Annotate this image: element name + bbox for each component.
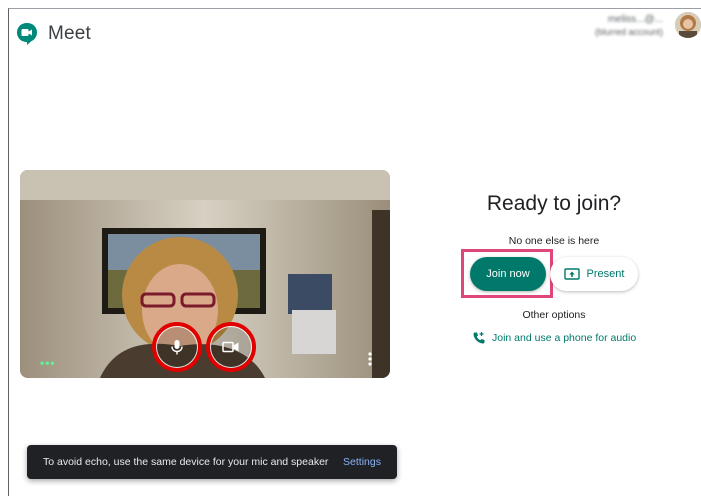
join-with-phone-link[interactable]: Join and use a phone for audio (472, 331, 636, 345)
video-preview (20, 170, 390, 378)
mic-toggle-button[interactable] (156, 326, 198, 368)
video-camera-icon (222, 341, 239, 353)
participants-status: No one else is here (508, 235, 600, 247)
audio-level-icon: ••• (40, 356, 56, 370)
more-options-icon[interactable] (366, 350, 374, 368)
toast-message: To avoid echo, use the same device for y… (43, 456, 329, 468)
account-info[interactable]: meliss...@... (blurred account) (595, 14, 663, 37)
account-email: meliss...@... (607, 14, 663, 25)
present-screen-icon (563, 267, 580, 280)
present-label: Present (586, 268, 625, 280)
meet-logo-icon[interactable] (16, 22, 38, 46)
echo-warning-toast: To avoid echo, use the same device for y… (27, 445, 397, 479)
phone-link-label: Join and use a phone for audio (492, 332, 637, 344)
avatar[interactable] (675, 12, 701, 38)
microphone-icon (171, 340, 183, 355)
camera-toggle-button[interactable] (210, 326, 252, 368)
account-label: (blurred account) (594, 27, 663, 37)
ready-to-join-title: Ready to join? (486, 192, 622, 215)
phone-add-icon (473, 332, 485, 344)
other-options-label: Other options (522, 309, 586, 321)
settings-button[interactable]: Settings (343, 456, 381, 468)
meet-header: Meet (16, 14, 91, 54)
present-button[interactable]: Present (550, 257, 638, 291)
join-now-button[interactable]: Join now (470, 257, 546, 291)
app-title: Meet (48, 23, 92, 44)
